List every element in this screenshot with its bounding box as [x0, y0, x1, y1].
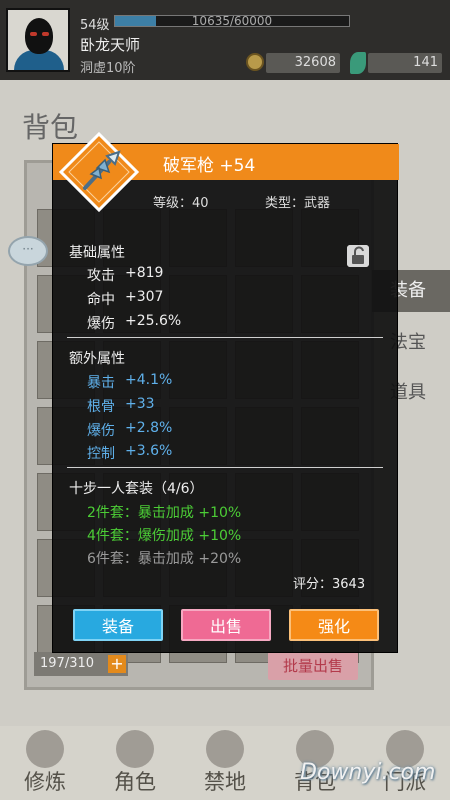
- attr-label: 命中: [87, 292, 115, 308]
- nav-label: 修炼: [24, 770, 66, 794]
- nav-character[interactable]: 角色: [90, 726, 180, 800]
- attr-value: +25.6%: [125, 313, 182, 329]
- set-title: 十步一人套装（4/6）: [69, 481, 204, 497]
- nav-label: 角色: [114, 770, 156, 794]
- attr-value: +2.8%: [125, 420, 173, 436]
- xp-text: 10635/60000: [191, 14, 273, 28]
- watermark: Downyi.com: [300, 760, 436, 785]
- spear-icon: [59, 132, 139, 212]
- jade-count: 141: [368, 53, 442, 73]
- chat-icon[interactable]: ···: [8, 236, 48, 266]
- base-attributes-title: 基础属性: [69, 245, 125, 261]
- attr-label: 攻击: [87, 268, 115, 284]
- attr-label: 控制: [87, 446, 115, 462]
- attr-value: +819: [125, 265, 164, 281]
- bag-capacity: 197/310 +: [34, 652, 128, 676]
- unlock-icon[interactable]: [347, 245, 369, 267]
- player-level: 54级: [80, 18, 110, 33]
- attr-label: 爆伤: [87, 316, 115, 332]
- xp-bar: 10635/60000: [114, 14, 350, 28]
- set-bonus: 2件套：暴击加成 +10%: [87, 505, 242, 521]
- coin-icon: [246, 53, 264, 71]
- item-type: 类型：武器: [265, 196, 331, 211]
- sell-button[interactable]: 出售: [181, 609, 271, 641]
- set-bonus: 4件套：爆伤加成 +10%: [87, 528, 242, 544]
- nav-label: 禁地: [204, 770, 246, 794]
- divider: [67, 467, 383, 468]
- attr-value: +307: [125, 289, 164, 305]
- player-realm: 洞虚10阶: [80, 61, 136, 76]
- expand-bag-button[interactable]: +: [108, 655, 126, 673]
- item-name: 破军枪 +54: [163, 156, 256, 176]
- item-score: 评分：3643: [293, 577, 366, 592]
- batch-sell-button[interactable]: 批量出售: [268, 652, 358, 680]
- attr-value: +3.6%: [125, 443, 173, 459]
- attr-label: 根骨: [87, 399, 115, 415]
- attr-label: 暴击: [87, 375, 115, 391]
- nav-cultivate[interactable]: 修炼: [0, 726, 90, 800]
- set-bonus: 6件套：暴击加成 +20%: [87, 551, 242, 567]
- jade-icon: [350, 52, 366, 74]
- bag-capacity-label: 197/310: [40, 656, 95, 671]
- nav-forbidden-land[interactable]: 禁地: [180, 726, 270, 800]
- player-avatar[interactable]: [6, 8, 70, 72]
- item-level: 等级：40: [153, 196, 209, 211]
- attr-label: 爆伤: [87, 423, 115, 439]
- attr-value: +33: [125, 396, 155, 412]
- extra-attributes-title: 额外属性: [69, 351, 125, 367]
- upgrade-button[interactable]: 强化: [289, 609, 379, 641]
- dragon-icon: [206, 730, 244, 768]
- equip-button[interactable]: 装备: [73, 609, 163, 641]
- character-icon: [116, 730, 154, 768]
- player-name: 卧龙天师: [80, 36, 141, 54]
- item-detail-modal: 破军枪 +54 等级：40 类型：武器 基础属性 攻击 +819 命中 +307…: [52, 132, 399, 653]
- yin-yang-icon: [26, 730, 64, 768]
- coin-count: 32608: [266, 53, 340, 73]
- attr-value: +4.1%: [125, 372, 173, 388]
- divider: [67, 337, 383, 338]
